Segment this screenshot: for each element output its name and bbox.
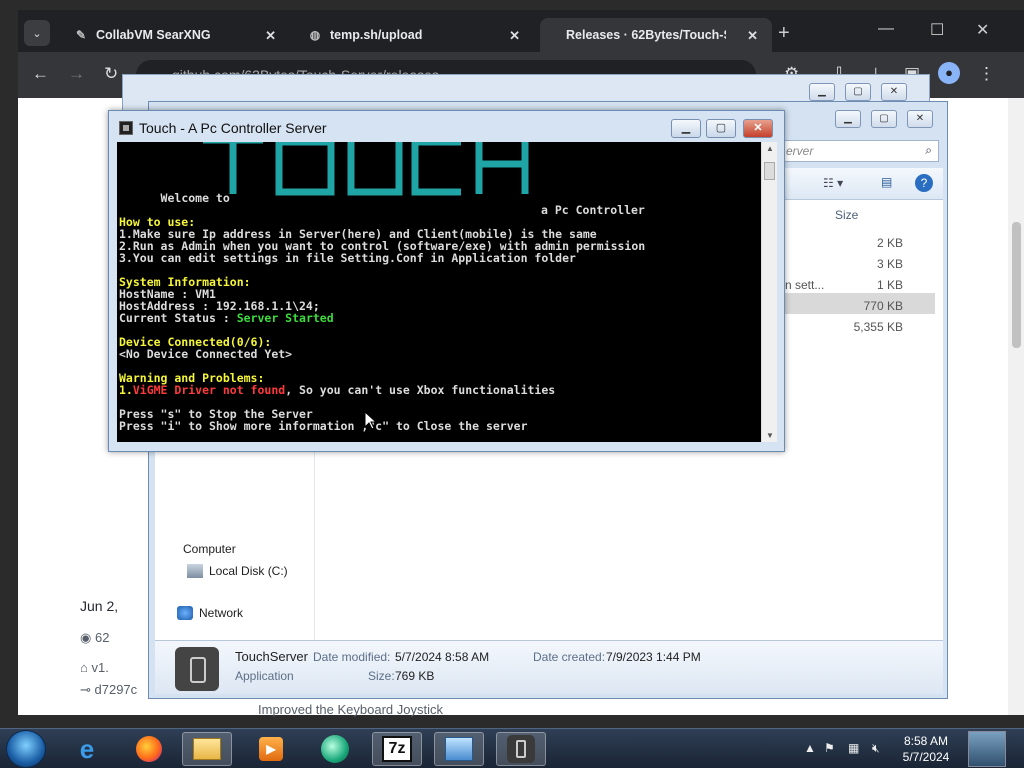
drive-icon bbox=[187, 564, 203, 578]
taskbar: e ▶ 7z ▲ ⚑ ▦ 🔇︎ 8:58 AM 5/7/2024 bbox=[0, 728, 1024, 768]
howto-line: 3.You can edit settings in file Setting.… bbox=[119, 251, 576, 265]
selected-file-row[interactable] bbox=[785, 293, 935, 314]
internet-explorer-icon[interactable]: e bbox=[62, 732, 112, 766]
menu-dots-icon[interactable]: ⋮ bbox=[978, 64, 995, 84]
console-app-icon bbox=[119, 121, 133, 135]
console-title: Touch - A Pc Controller Server bbox=[139, 120, 327, 136]
details-file-type: Application bbox=[235, 669, 294, 683]
nav-network[interactable]: Network bbox=[177, 606, 243, 620]
minimize-icon[interactable]: ▁ bbox=[835, 110, 861, 128]
page-scrollbar[interactable] bbox=[1008, 98, 1024, 715]
profile-avatar-icon[interactable]: ● bbox=[938, 62, 960, 84]
release-author-avatar[interactable]: ◉ 62 bbox=[80, 630, 109, 646]
search-input[interactable]: erver ⌕ bbox=[779, 140, 939, 162]
devices-line: <No Device Connected Yet> bbox=[119, 347, 293, 361]
release-date: Jun 2, bbox=[80, 598, 119, 614]
file-size: 5,355 KB bbox=[853, 320, 903, 334]
system-clock[interactable]: 8:58 AM 5/7/2024 bbox=[896, 733, 956, 765]
console-window: Touch - A Pc Controller Server ▁ ▢ ✕ Wel… bbox=[108, 110, 785, 452]
file-size: 3 KB bbox=[876, 257, 903, 271]
close-icon[interactable]: ✕ bbox=[907, 110, 933, 128]
maximize-icon[interactable]: ▢ bbox=[706, 119, 736, 138]
date-modified-label: Date modified: bbox=[313, 650, 391, 664]
start-button[interactable] bbox=[6, 730, 46, 768]
searxng-icon: ✎ bbox=[75, 28, 87, 42]
tab-close-icon[interactable]: ✕ bbox=[747, 28, 758, 44]
tab-title: Releases · 62Bytes/Touch-Serv bbox=[566, 28, 726, 42]
size-value: 769 KB bbox=[395, 669, 435, 683]
release-notes-item: Improved the Keyboard Joystick bbox=[258, 702, 443, 717]
forward-icon[interactable]: → bbox=[68, 64, 85, 84]
status-value: Server Started bbox=[236, 311, 334, 325]
date-modified-value: 5/7/2024 8:58 AM bbox=[395, 650, 490, 664]
view-options-icon[interactable]: ☷ ▾ bbox=[823, 176, 843, 190]
release-commit[interactable]: ⊸ d7297c bbox=[80, 682, 137, 698]
file-size: 2 KB bbox=[876, 236, 903, 250]
show-desktop-button[interactable] bbox=[968, 731, 1006, 767]
console-output[interactable]: Welcome to a Pc Controller How to use: 1… bbox=[117, 142, 761, 442]
file-size: 1 KB bbox=[876, 278, 903, 292]
nav-computer[interactable]: Computer bbox=[183, 542, 236, 556]
nav-local-disk[interactable]: Local Disk (C:) bbox=[187, 564, 288, 578]
warning-line: 1.ViGME Driver not found, So you can't u… bbox=[119, 383, 556, 397]
tab-search-button[interactable]: ⌄ bbox=[24, 20, 50, 46]
tab-close-icon[interactable]: ✕ bbox=[509, 28, 520, 44]
media-player-icon[interactable]: ▶ bbox=[246, 732, 296, 766]
control-panel-icon[interactable] bbox=[434, 732, 484, 766]
mouse-cursor-icon bbox=[364, 411, 378, 430]
release-tag[interactable]: ⌂ v1. bbox=[80, 660, 109, 675]
firefox-icon[interactable] bbox=[124, 732, 174, 766]
touch-server-icon[interactable] bbox=[496, 732, 546, 766]
minimize-icon[interactable]: — bbox=[878, 20, 894, 38]
column-header-size[interactable]: Size bbox=[835, 208, 858, 222]
tab-close-icon[interactable]: ✕ bbox=[265, 28, 276, 44]
tab-title: temp.sh/upload bbox=[330, 28, 423, 42]
collabvm-icon[interactable] bbox=[310, 732, 360, 766]
warning-driver: ViGME Driver not found bbox=[132, 383, 286, 397]
search-icon[interactable]: ⌕ bbox=[925, 143, 932, 158]
phone-app-icon bbox=[175, 647, 219, 691]
tab-strip: ⌄ ✎ CollabVM SearXNG ✕ ◍ temp.sh/upload … bbox=[18, 10, 1024, 52]
minimize-icon[interactable]: ▁ bbox=[671, 119, 701, 138]
scroll-down-icon[interactable]: ▼ bbox=[766, 431, 774, 440]
action-center-flag-icon[interactable]: ⚑ bbox=[824, 741, 835, 755]
network-tray-icon[interactable]: ▦ bbox=[848, 741, 859, 755]
scroll-up-icon[interactable]: ▲ bbox=[766, 144, 774, 153]
tab-temp-sh-upload[interactable]: ◍ temp.sh/upload ✕ bbox=[294, 18, 534, 52]
network-icon bbox=[177, 606, 193, 620]
back-icon[interactable]: ← bbox=[32, 64, 49, 84]
prompt-info-close: Press "i" to Show more information ,"c" … bbox=[119, 419, 528, 433]
date-created-value: 7/9/2023 1:44 PM bbox=[606, 650, 701, 664]
scrollbar-thumb[interactable] bbox=[1012, 222, 1021, 348]
console-scrollbar[interactable]: ▲ ▼ bbox=[761, 142, 777, 442]
size-label: Size: bbox=[368, 669, 395, 683]
file-size: 770 KB bbox=[863, 299, 903, 313]
date-created-label: Date created: bbox=[533, 650, 606, 664]
new-tab-button[interactable]: + bbox=[778, 22, 790, 45]
preview-pane-icon[interactable]: ▤ bbox=[881, 175, 892, 189]
file-name[interactable]: n sett... bbox=[785, 278, 824, 292]
details-pane: TouchServer Application Date modified: 5… bbox=[155, 640, 943, 694]
touch-ascii-banner bbox=[203, 142, 529, 196]
details-file-name: TouchServer bbox=[235, 649, 308, 664]
close-icon[interactable]: ✕ bbox=[743, 119, 773, 138]
file-explorer-icon[interactable] bbox=[182, 732, 232, 766]
tab-releases[interactable]: Releases · 62Bytes/Touch-Serv ✕ bbox=[540, 18, 772, 52]
minimize-icon[interactable]: ▁ bbox=[809, 83, 835, 101]
maximize-icon[interactable]: ▢ bbox=[871, 110, 897, 128]
tab-collabvm-searxng[interactable]: ✎ CollabVM SearXNG ✕ bbox=[60, 18, 290, 52]
maximize-icon[interactable]: ▢ bbox=[845, 83, 871, 101]
volume-muted-icon[interactable]: 🔇︎ bbox=[872, 741, 880, 756]
help-icon[interactable]: ? bbox=[915, 174, 933, 192]
maximize-icon[interactable]: ☐ bbox=[930, 20, 944, 40]
tab-title: CollabVM SearXNG bbox=[96, 28, 211, 42]
globe-icon: ◍ bbox=[309, 28, 321, 42]
close-window-icon[interactable]: ✕ bbox=[976, 20, 989, 40]
scrollbar-thumb[interactable] bbox=[764, 162, 775, 180]
7zip-icon[interactable]: 7z bbox=[372, 732, 422, 766]
reload-icon[interactable]: ↻ bbox=[104, 64, 118, 84]
status-line: Current Status : Server Started bbox=[119, 311, 334, 325]
close-icon[interactable]: ✕ bbox=[881, 83, 907, 101]
show-hidden-icons[interactable]: ▲ bbox=[804, 741, 816, 755]
